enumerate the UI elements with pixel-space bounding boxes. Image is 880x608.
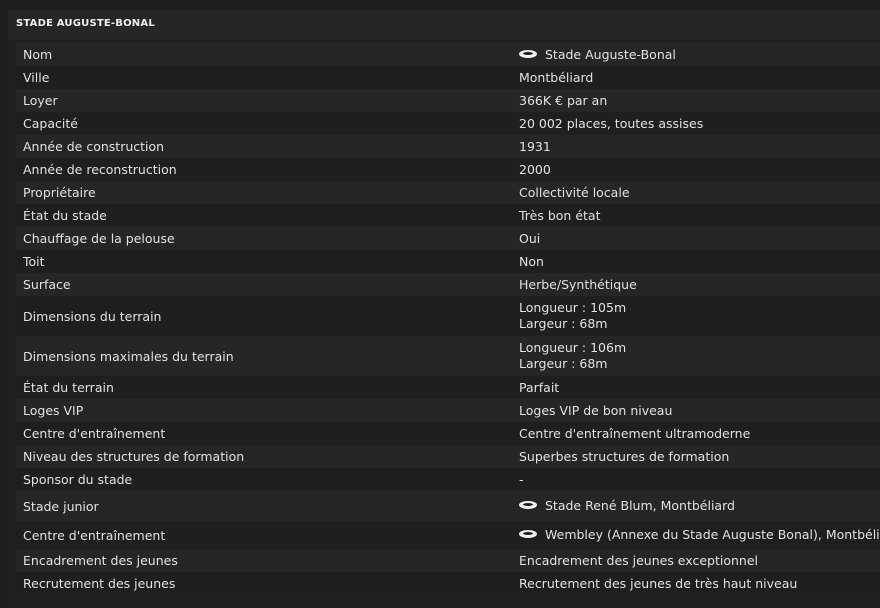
row-value-text: Herbe/Synthétique: [519, 276, 637, 292]
row-label: Ville: [23, 70, 50, 85]
row-label: Dimensions maximales du terrain: [23, 348, 234, 364]
row-value: Superbes structures de formation: [519, 449, 880, 465]
row-label: Surface: [23, 277, 71, 292]
row-value-text: 366K € par an: [519, 92, 608, 108]
row-value: 1931: [519, 139, 880, 155]
row-value-text: Stade René Blum, Montbéliard: [545, 498, 735, 513]
row-label: Recrutement des jeunes: [23, 576, 176, 591]
stadium-icon: [519, 49, 539, 60]
stadium-info-table: Nom Stade Auguste-Bonal Ville Montbéliard Lo…: [16, 43, 880, 595]
table-row: Chauffage de la pelouse Oui: [16, 227, 880, 250]
table-row: Nom Stade Auguste-Bonal: [16, 43, 880, 66]
row-value: Oui: [519, 231, 880, 247]
row-label: Sponsor du stade: [23, 472, 133, 487]
row-value-text: Recrutement des jeunes de très haut nive…: [519, 575, 798, 591]
row-value-text: Longueur : 105m: [519, 300, 627, 315]
row-value: 2000: [519, 162, 880, 178]
row-value: Longueur : 106m Largeur : 68m: [519, 340, 880, 372]
table-row: Recrutement des jeunes Recrutement des je…: [16, 572, 880, 595]
row-value: 366K € par an: [519, 93, 880, 109]
row-value: Encadrement des jeunes exceptionnel: [519, 553, 880, 569]
row-value-text: Parfait: [519, 379, 560, 395]
row-value: Herbe/Synthétique: [519, 277, 880, 293]
row-value-text: Stade Auguste-Bonal: [545, 46, 676, 62]
table-row: Surface Herbe/Synthétique: [16, 273, 880, 296]
row-value-text: Encadrement des jeunes exceptionnel: [519, 552, 758, 568]
table-row: Année de construction 1931: [16, 135, 880, 158]
table-row: Toit Non: [16, 250, 880, 273]
row-label: Toit: [23, 254, 45, 269]
row-label: Centre d'entraînement: [23, 527, 166, 543]
row-label: Centre d'entraînement: [23, 426, 166, 441]
row-label: État du stade: [23, 208, 107, 223]
row-value: 20 002 places, toutes assises: [519, 116, 880, 132]
table-row: Année de reconstruction 2000: [16, 158, 880, 181]
row-value: -: [519, 472, 880, 488]
table-row: Centre d'entraînement Wembley (Annexe du …: [16, 521, 880, 549]
row-value: Longueur : 105m Largeur : 68m: [519, 300, 880, 332]
row-label: Encadrement des jeunes: [23, 553, 178, 568]
table-row: Niveau des structures de formation Superb…: [16, 445, 880, 468]
table-row: Dimensions du terrain Longueur : 105m Larg…: [16, 296, 880, 336]
row-value-text: Centre d'entraînement ultramoderne: [519, 425, 751, 441]
row-value-text: 1931: [519, 138, 551, 154]
row-label: Stade junior: [23, 498, 99, 514]
row-label: Année de construction: [23, 139, 165, 154]
table-row: Ville Montbéliard: [16, 66, 880, 89]
row-value: Non: [519, 254, 880, 270]
table-row: Sponsor du stade -: [16, 468, 880, 491]
stadium-panel: STADE AUGUSTE-BONAL Nom Stade Auguste-Bon…: [8, 10, 880, 608]
row-label: Dimensions du terrain: [23, 308, 162, 324]
row-label: Capacité: [23, 116, 78, 131]
row-value-text: Non: [519, 253, 544, 269]
row-value-text: 2000: [519, 161, 551, 177]
row-value-text: Longueur : 106m: [519, 340, 627, 355]
row-value-text: 20 002 places, toutes assises: [519, 115, 704, 131]
row-value[interactable]: Wembley (Annexe du Stade Auguste Bonal),…: [519, 527, 880, 543]
stadium-icon: [519, 501, 539, 511]
row-value-text: -: [519, 471, 524, 487]
row-value-text: Superbes structures de formation: [519, 448, 730, 464]
row-value: Collectivité locale: [519, 185, 880, 201]
row-value: Loges VIP de bon niveau: [519, 403, 880, 419]
table-row: Stade junior Stade René Blum, Montbéliard: [16, 491, 880, 521]
row-label: Loyer: [23, 93, 58, 108]
row-value: Parfait: [519, 380, 880, 396]
row-value[interactable]: Stade René Blum, Montbéliard: [519, 498, 880, 514]
row-label: Propriétaire: [23, 185, 96, 200]
row-value-text: Largeur : 68m: [519, 316, 608, 331]
table-row: Propriétaire Collectivité locale: [16, 181, 880, 204]
row-label: Année de reconstruction: [23, 162, 177, 177]
row-value: Recrutement des jeunes de très haut nive…: [519, 576, 880, 592]
table-row: Loyer 366K € par an: [16, 89, 880, 112]
row-label: Chauffage de la pelouse: [23, 231, 175, 246]
table-row: État du terrain Parfait: [16, 376, 880, 399]
table-row: Encadrement des jeunes Encadrement des je…: [16, 549, 880, 572]
row-value[interactable]: Stade Auguste-Bonal: [519, 47, 880, 63]
row-label: Nom: [23, 47, 53, 62]
row-value-text: Largeur : 68m: [519, 356, 608, 371]
table-row: Loges VIP Loges VIP de bon niveau: [16, 399, 880, 422]
row-value-text: Collectivité locale: [519, 184, 630, 200]
stadium-icon: [519, 530, 539, 540]
panel-title: STADE AUGUSTE-BONAL: [8, 10, 880, 40]
row-label: État du terrain: [23, 380, 114, 395]
row-value-text: Montbéliard: [519, 69, 594, 85]
row-label: Niveau des structures de formation: [23, 449, 245, 464]
row-value-text: Très bon état: [519, 207, 601, 223]
row-value-text: Oui: [519, 230, 541, 246]
table-row: Capacité 20 002 places, toutes assises: [16, 112, 880, 135]
table-row: État du stade Très bon état: [16, 204, 880, 227]
table-row: Dimensions maximales du terrain Longueur …: [16, 336, 880, 376]
row-value: Très bon état: [519, 208, 880, 224]
table-row: Centre d'entraînement Centre d'entraîneme…: [16, 422, 880, 445]
row-value-text: Wembley (Annexe du Stade Auguste Bonal),…: [545, 527, 880, 542]
row-value-text: Loges VIP de bon niveau: [519, 402, 673, 418]
row-value: Centre d'entraînement ultramoderne: [519, 426, 880, 442]
row-value: Montbéliard: [519, 70, 880, 86]
row-label: Loges VIP: [23, 403, 84, 418]
